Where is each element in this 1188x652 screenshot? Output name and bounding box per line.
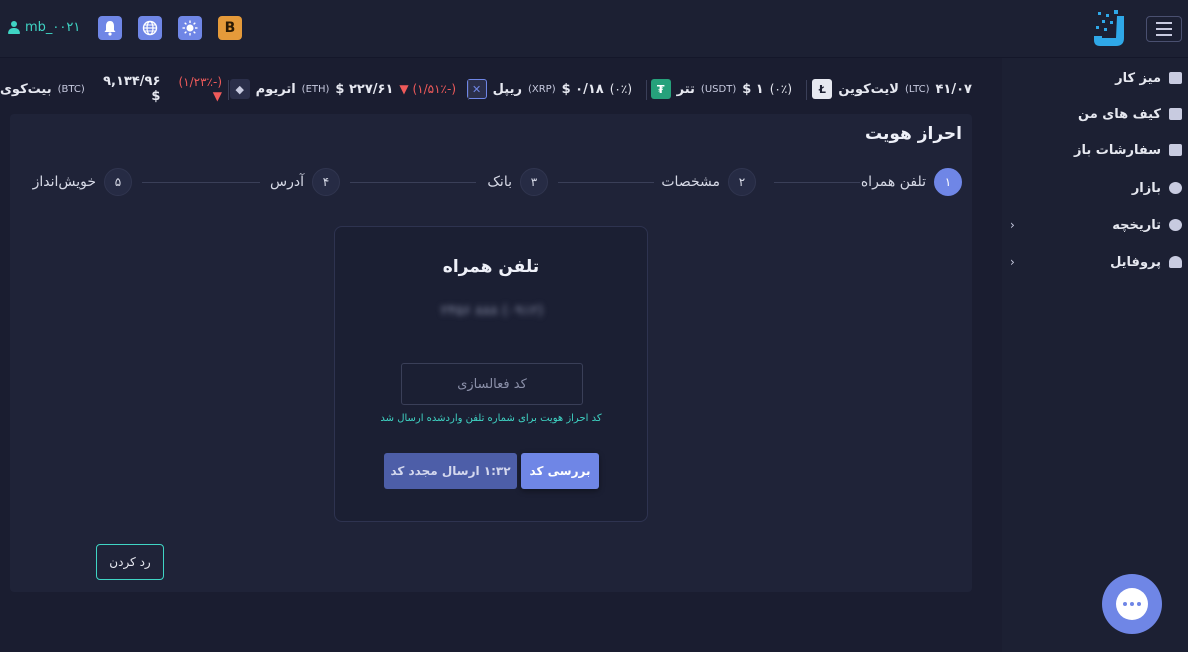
ticker-divider	[646, 80, 647, 100]
sidebar-item-label: پروفایل	[1110, 254, 1161, 270]
step-label: بانک	[487, 174, 512, 190]
step-selfie[interactable]: ۵ خویش‌انداز	[33, 166, 132, 198]
ticker-item-ltc[interactable]: ۴۱/۰۷ (LTC) لایت‌کوین Ł	[812, 70, 972, 108]
sidebar-item-label: کیف های من	[1078, 106, 1161, 122]
litecoin-icon: Ł	[812, 79, 833, 99]
user-menu[interactable]: mb_۰۰۲۱	[8, 20, 80, 35]
reject-button[interactable]: رد کردن	[96, 544, 164, 580]
resend-code-button[interactable]: ۱:۳۲ ارسال مجدد کد	[384, 453, 517, 489]
step-connector	[142, 182, 260, 183]
bell-icon[interactable]	[98, 16, 122, 40]
ticker-change: (۰٪)	[609, 82, 632, 96]
step-label: خویش‌انداز	[32, 174, 96, 190]
ticker-symbol: (LTC)	[904, 83, 930, 95]
ticker-item-xrp[interactable]: (۰٪) ۰/۱۸ $ (XRP) ریپل ✕	[466, 70, 632, 108]
sidebar-item-wallets[interactable]: کیف های من	[1078, 102, 1182, 126]
sun-icon[interactable]	[178, 16, 202, 40]
ethereum-icon: ◆	[229, 79, 250, 99]
page-title: احراز هویت	[864, 124, 962, 144]
step-connector	[774, 182, 860, 183]
step-number: ۴	[312, 168, 340, 196]
list-icon	[1169, 144, 1182, 156]
step-label: آدرس	[270, 174, 304, 190]
monitor-icon	[1169, 72, 1182, 84]
chat-icon	[1116, 588, 1148, 620]
sidebar-item-open-orders[interactable]: سفارشات باز	[1074, 138, 1182, 162]
user-icon	[8, 21, 20, 34]
ticker-change: (-۱/۵۱٪) ▼	[399, 82, 456, 96]
phone-verification-card: تلفن همراه ۲۴۵۶ ۸۸۸ (۰۹۱۲) کد احراز هویت…	[334, 226, 648, 522]
user-icon	[1169, 256, 1182, 268]
step-phone[interactable]: ۱ تلفن همراه	[861, 166, 962, 198]
stepper: ۱ تلفن همراه ۲ مشخصات ۳ بانک ۴ آدرس ۵ خو…	[10, 166, 972, 198]
sidebar-item-dashboard[interactable]: میز کار	[1115, 66, 1182, 90]
ticker-price: ۱ $	[742, 81, 764, 97]
top-bar: mb_۰۰۲۱ B	[0, 0, 1188, 58]
chevron-left-icon[interactable]: ›	[1010, 213, 1020, 237]
ticker-divider	[468, 80, 469, 100]
ticker-divider	[806, 80, 807, 100]
step-number: ۵	[104, 168, 132, 196]
ticker-symbol: (ETH)	[301, 83, 330, 95]
activation-code-input[interactable]	[401, 363, 583, 405]
sidebar-item-profile[interactable]: پروفایل	[1110, 250, 1182, 274]
chevron-left-icon[interactable]: ›	[1010, 250, 1020, 274]
globe-icon[interactable]	[138, 16, 162, 40]
chat-button[interactable]	[1102, 574, 1162, 634]
ticker-price: ۴۱/۰۷	[935, 81, 973, 97]
ticker-divider	[228, 80, 229, 100]
step-label: مشخصات	[661, 174, 720, 190]
verification-panel: احراز هویت ۱ تلفن همراه ۲ مشخصات ۳ بانک …	[10, 114, 972, 592]
sidebar-item-history[interactable]: تاریخچه	[1112, 213, 1182, 237]
step-connector	[350, 182, 476, 183]
ticker-price: ۰/۱۸ $	[561, 81, 604, 97]
step-number: ۳	[520, 168, 548, 196]
username: mb_۰۰۲۱	[25, 20, 81, 35]
ticker-item-eth[interactable]: (-۱/۵۱٪) ▼ ۲۲۷/۶۱ $ (ETH) اتریوم ◆	[229, 70, 456, 108]
ticker-name: ریپل	[492, 81, 522, 97]
ticker-name: لایت‌کوین	[838, 81, 899, 97]
step-details[interactable]: ۲ مشخصات	[661, 166, 756, 198]
history-icon	[1169, 219, 1182, 231]
card-title: تلفن همراه	[442, 257, 540, 277]
step-connector	[558, 182, 654, 183]
ticker-change: (-۱/۲۳٪) ▼	[178, 75, 222, 103]
ticker-item-usdt[interactable]: (۰٪) ۱ $ (USDT) تتر ₮	[650, 70, 792, 108]
ripple-icon: ✕	[466, 79, 487, 99]
sidebar-item-label: تاریخچه	[1112, 217, 1161, 233]
step-bank[interactable]: ۳ بانک	[487, 166, 548, 198]
sidebar-item-label: سفارشات باز	[1073, 142, 1161, 158]
ticker-name: بیت‌کوی	[0, 81, 52, 97]
step-number: ۲	[728, 168, 756, 196]
chart-pie-icon	[1169, 182, 1182, 194]
sidebar-item-label: میز کار	[1115, 70, 1161, 86]
step-address[interactable]: ۴ آدرس	[270, 166, 340, 198]
ticker-symbol: (BTC)	[57, 83, 85, 95]
b-badge-icon[interactable]: B	[218, 16, 242, 40]
ticker-name: اتریوم	[255, 81, 296, 97]
ticker-price: ۲۲۷/۶۱ $	[335, 81, 394, 97]
wallet-icon	[1169, 108, 1182, 120]
code-sent-hint: کد احراز هویت برای شماره تلفن واردشده ار…	[380, 413, 602, 424]
sidebar: میز کار کیف های من سفارشات باز بازار تار…	[1002, 58, 1188, 652]
step-number: ۱	[934, 168, 962, 196]
ticker-name: تتر	[676, 81, 695, 97]
ticker-price: ۹,۱۳۴/۹۶ $	[103, 74, 161, 104]
tether-icon: ₮	[650, 79, 671, 99]
ticker-symbol: (XRP)	[527, 83, 556, 95]
ticker-item-btc[interactable]: (-۱/۲۳٪) ▼ ۹,۱۳۴/۹۶ $ (BTC) بیت‌کوی	[0, 70, 222, 108]
step-label: تلفن همراه	[860, 174, 926, 190]
menu-toggle-button[interactable]	[1146, 16, 1182, 42]
sidebar-item-label: بازار	[1131, 180, 1161, 196]
check-code-button[interactable]: بررسی کد	[521, 453, 599, 489]
ticker-change: (۰٪)	[769, 82, 792, 96]
logo[interactable]	[1092, 8, 1128, 48]
ticker-symbol: (USDT)	[700, 83, 737, 95]
sidebar-item-market[interactable]: بازار	[1132, 176, 1182, 200]
masked-phone-number: ۲۴۵۶ ۸۸۸ (۰۹۱۲)	[440, 303, 544, 319]
